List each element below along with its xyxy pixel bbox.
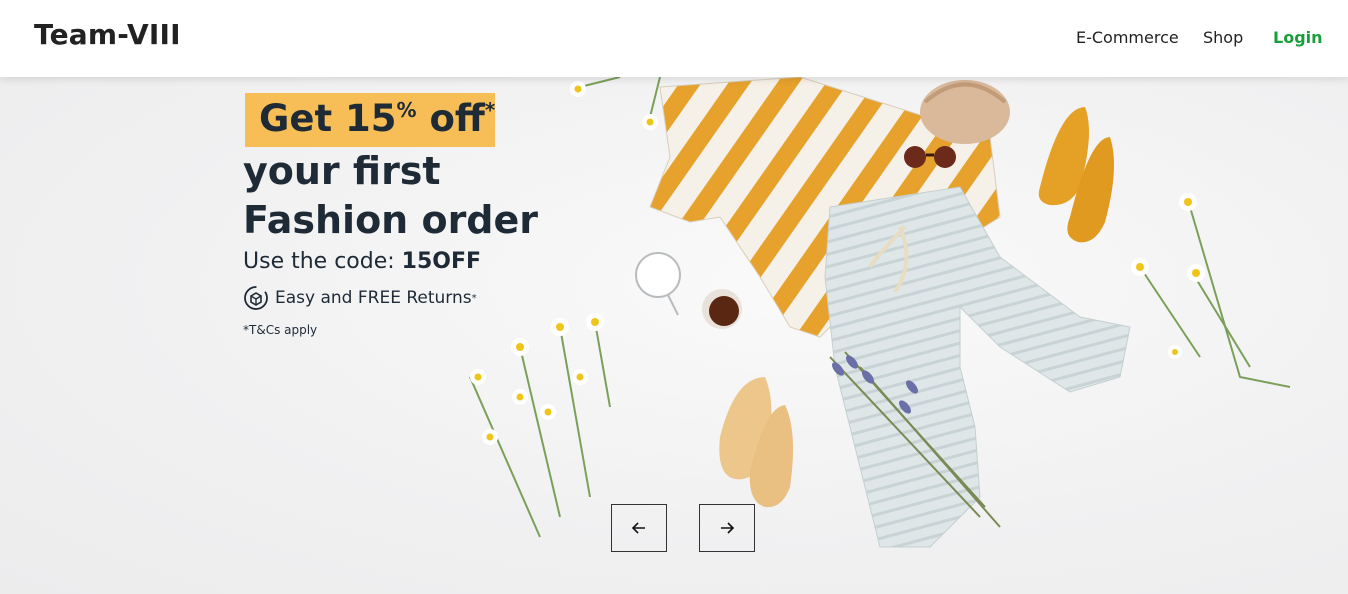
free-returns-text: Easy and FREE Returns * xyxy=(243,285,477,311)
promo-subheadline-1: your first xyxy=(243,149,441,193)
arrow-right-icon xyxy=(721,522,735,534)
nav-link-login[interactable]: Login xyxy=(1273,28,1323,47)
carousel-next-button[interactable] xyxy=(699,504,755,552)
promo-headline: Get 15% off* xyxy=(259,97,496,140)
promo-code: 15OFF xyxy=(401,249,482,274)
nav-link-shop[interactable]: Shop xyxy=(1203,28,1243,47)
brand-logo[interactable]: Team-VIII xyxy=(34,18,181,51)
terms-note: *T&Cs apply xyxy=(243,323,318,337)
promo-code-text: Use the code: 15OFF xyxy=(243,249,482,274)
carousel-prev-button[interactable] xyxy=(611,504,667,552)
promo-subheadline-2: Fashion order xyxy=(243,198,539,242)
navbar: Team-VIII E-Commerce Shop Login xyxy=(0,0,1348,77)
fashion-flatlay-image xyxy=(469,77,1291,548)
returns-box-icon xyxy=(244,286,268,310)
hero-banner: Get 15% off* your first Fashion order Us… xyxy=(0,77,1348,594)
arrow-left-icon xyxy=(631,522,645,534)
nav-link-e-commerce[interactable]: E-Commerce xyxy=(1076,28,1179,47)
